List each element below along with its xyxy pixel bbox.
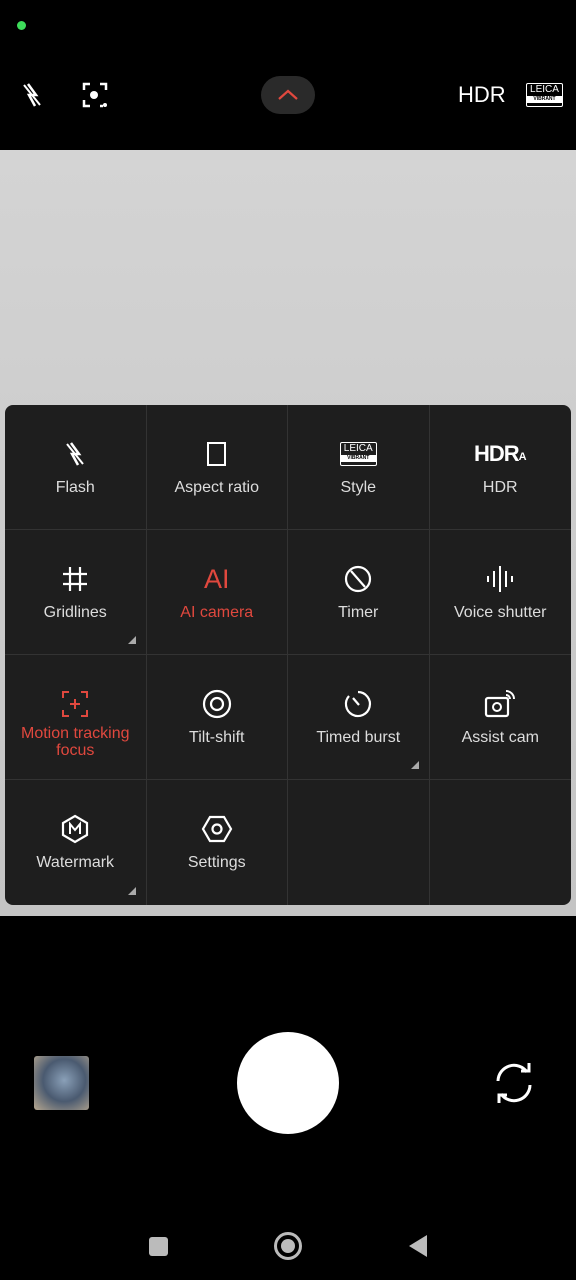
empty-cell	[430, 780, 572, 905]
back-icon	[409, 1235, 427, 1257]
settings-panel: Flash Aspect ratio LEICA VIBRANT Style HD…	[5, 405, 571, 905]
badge-text: LEICA	[343, 443, 373, 454]
switch-camera-icon	[496, 1063, 532, 1103]
hdr-button[interactable]: HDR	[458, 82, 506, 108]
settings-icon	[201, 815, 233, 843]
timer-label: Timer	[338, 604, 379, 621]
leica-sub: VIBRANT	[527, 96, 562, 103]
leica-text: LEICA	[530, 84, 559, 95]
assist-cam-label: Assist cam	[461, 729, 539, 746]
watermark-toggle[interactable]: Watermark	[5, 780, 147, 905]
shutter-button[interactable]	[237, 1032, 339, 1134]
empty-cell	[288, 780, 430, 905]
status-indicator	[17, 21, 26, 30]
aspect-ratio-toggle[interactable]: Aspect ratio	[146, 405, 288, 530]
motion-tracking-label: Motion tracking focus	[21, 725, 130, 759]
watermark-icon	[62, 814, 89, 844]
flash-off-icon	[66, 442, 85, 466]
hdr-icon-text: HDR	[473, 441, 520, 466]
hdr-label: HDR	[482, 479, 518, 496]
gridlines-toggle[interactable]: Gridlines	[5, 530, 147, 655]
nav-back-button[interactable]	[402, 1230, 434, 1262]
settings-label: Settings	[187, 854, 246, 871]
flash-toggle[interactable]: Flash	[5, 405, 147, 530]
submenu-indicator	[410, 761, 419, 769]
voice-icon	[487, 566, 514, 592]
grid-icon	[63, 567, 88, 591]
hdr-toggle[interactable]: HDR A HDR	[429, 405, 571, 530]
submenu-indicator	[127, 636, 136, 644]
ai-icon: AI	[203, 563, 230, 594]
ai-camera-toggle[interactable]: AI AI camera	[146, 530, 288, 655]
square-icon	[148, 1236, 168, 1256]
timer-off-icon	[345, 565, 372, 593]
tilt-shift-icon	[202, 689, 231, 719]
focus-button[interactable]	[78, 78, 112, 112]
badge-sub: VIBRANT	[340, 455, 376, 462]
expand-menu-button[interactable]	[261, 76, 315, 114]
flash-off-button[interactable]	[15, 78, 49, 112]
chevron-up-icon	[278, 89, 298, 100]
flash-off-icon	[23, 83, 41, 107]
voice-shutter-label: Voice shutter	[454, 604, 547, 621]
flash-label: Flash	[55, 479, 95, 496]
watermark-label: Watermark	[36, 854, 115, 871]
nav-recents-button[interactable]	[142, 1230, 174, 1262]
aspect-ratio-icon	[206, 442, 226, 466]
hdr-icon-sub: A	[518, 451, 527, 463]
assist-cam-toggle[interactable]: Assist cam	[429, 655, 571, 780]
tilt-shift-toggle[interactable]: Tilt-shift	[146, 655, 288, 780]
leica-style-icon: LEICA VIBRANT	[339, 442, 377, 466]
tilt-shift-label: Tilt-shift	[189, 729, 245, 746]
aspect-ratio-label: Aspect ratio	[174, 479, 259, 496]
timed-burst-icon	[345, 690, 372, 718]
assist-cam-icon	[485, 690, 516, 718]
style-label: Style	[340, 479, 377, 496]
focus-icon	[82, 82, 108, 108]
ai-camera-label: AI camera	[180, 604, 254, 621]
timed-burst-label: Timed burst	[316, 729, 401, 746]
style-toggle[interactable]: LEICA VIBRANT Style	[288, 405, 430, 530]
settings-button[interactable]: Settings	[147, 780, 288, 905]
motion-focus-icon	[62, 691, 89, 717]
switch-camera-button[interactable]	[490, 1059, 538, 1107]
motion-tracking-toggle[interactable]: Motion tracking focus	[5, 655, 147, 780]
nav-home-button[interactable]	[272, 1230, 304, 1262]
hdr-auto-icon: HDR A	[474, 439, 527, 469]
home-icon	[274, 1232, 302, 1260]
timer-toggle[interactable]: Timer	[288, 530, 430, 655]
timed-burst-toggle[interactable]: Timed burst	[288, 655, 430, 780]
submenu-indicator	[127, 887, 136, 895]
leica-style-button[interactable]: LEICA VIBRANT	[526, 83, 563, 107]
gridlines-label: Gridlines	[43, 604, 107, 621]
voice-shutter-toggle[interactable]: Voice shutter	[429, 530, 571, 655]
gallery-thumbnail[interactable]	[34, 1056, 89, 1110]
